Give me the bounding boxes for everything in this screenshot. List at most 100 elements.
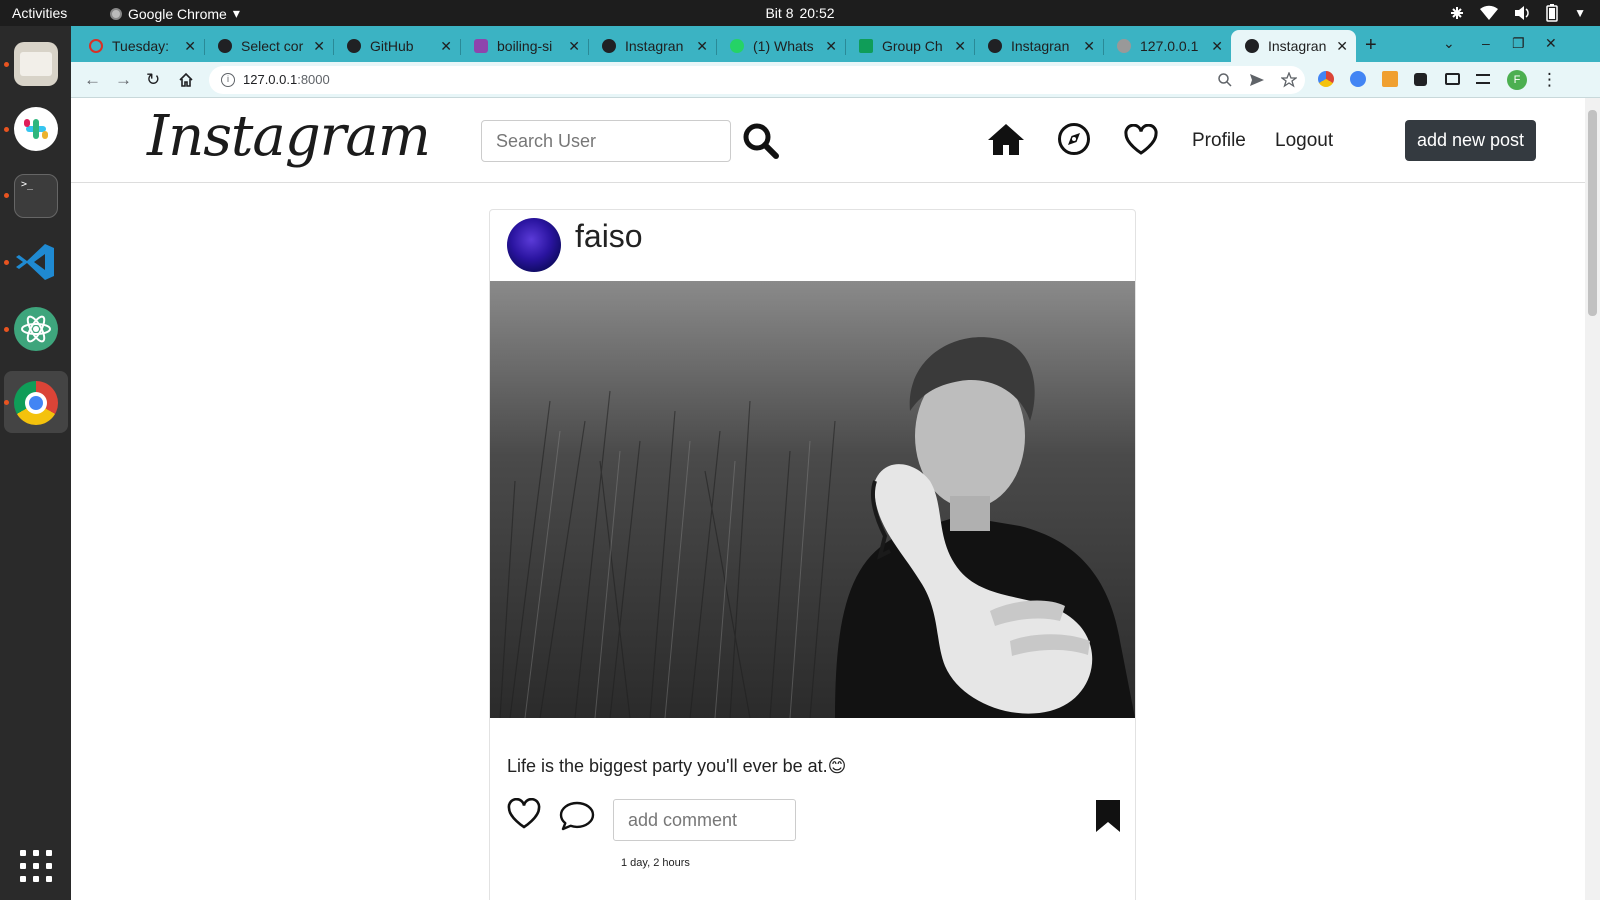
restore-icon[interactable]: ❐ — [1512, 35, 1525, 52]
add-new-post-button[interactable]: add new post — [1405, 120, 1536, 161]
reload-icon[interactable]: ↻ — [146, 70, 160, 90]
extension-icon[interactable] — [1350, 71, 1366, 87]
browser-tab-active[interactable]: Instagran ✕ — [1231, 30, 1356, 62]
battery-icon — [1546, 4, 1558, 22]
browser-tab[interactable]: 127.0.0.1 ✕ — [1103, 30, 1231, 62]
browser-tab[interactable]: Group Ch ✕ — [845, 30, 974, 62]
tab-strip: Tuesday: ✕ Select cor ✕ GitHub ✕ boiling… — [71, 26, 1600, 62]
heart-icon[interactable] — [506, 798, 542, 830]
site-logo[interactable]: Instagram — [147, 104, 431, 169]
app-menu[interactable]: Google Chrome ▾ — [110, 5, 240, 22]
post-card: faiso Life is the biggest party you'll e… — [489, 209, 1136, 900]
forward-icon[interactable]: → — [115, 70, 132, 90]
media-control-icon[interactable] — [1476, 74, 1490, 84]
post-timestamp: 1 day, 2 hours — [621, 857, 690, 869]
browser-tab[interactable]: Tuesday: ✕ — [75, 30, 204, 62]
browser-tab[interactable]: boiling-si ✕ — [460, 30, 588, 62]
close-tab-icon[interactable]: ✕ — [825, 38, 837, 55]
web-page: Instagram Profile Logout add new post fa… — [71, 98, 1600, 900]
zoom-icon[interactable] — [1217, 72, 1233, 88]
compass-icon[interactable] — [1057, 122, 1091, 156]
heart-icon[interactable] — [1123, 124, 1159, 156]
add-comment-input[interactable] — [613, 799, 796, 841]
extension-icon[interactable] — [1382, 71, 1398, 87]
files-app-icon[interactable] — [14, 42, 58, 86]
search-icon[interactable] — [742, 122, 780, 160]
comment-bubble-icon[interactable] — [559, 800, 595, 832]
color-extension-icon[interactable] — [1318, 71, 1334, 87]
tab-title: Tuesday: — [112, 38, 170, 54]
back-icon[interactable]: ← — [84, 70, 101, 90]
chevron-down-icon: ▾ — [232, 5, 240, 21]
tab-title: 127.0.0.1 — [1140, 38, 1199, 54]
avatar[interactable] — [507, 218, 561, 272]
show-applications-icon[interactable] — [20, 850, 52, 882]
running-indicator — [4, 260, 9, 265]
app-menu-label: Google Chrome — [128, 5, 227, 22]
globe-icon — [1245, 39, 1259, 53]
bookmark-star-icon[interactable] — [1281, 72, 1297, 88]
bookmark-icon[interactable] — [1094, 798, 1122, 834]
volume-icon — [1515, 6, 1529, 20]
slack-app-icon[interactable] — [14, 107, 58, 151]
cast-icon[interactable] — [1445, 73, 1460, 85]
post-image[interactable] — [490, 281, 1135, 718]
close-tab-icon[interactable]: ✕ — [1211, 38, 1223, 55]
chrome-menu-icon[interactable]: ⋮ — [1541, 70, 1558, 90]
new-tab-button[interactable]: + — [1365, 34, 1377, 57]
close-window-icon[interactable]: ✕ — [1545, 35, 1557, 52]
home-icon[interactable] — [987, 122, 1025, 156]
tab-favicon — [218, 39, 232, 53]
running-indicator — [4, 193, 9, 198]
logout-link[interactable]: Logout — [1275, 130, 1333, 152]
home-icon[interactable] — [178, 72, 194, 88]
activities-button[interactable]: Activities — [12, 5, 67, 21]
close-tab-icon[interactable]: ✕ — [184, 38, 196, 55]
address-bar[interactable]: i 127.0.0.1:8000 — [209, 66, 1305, 94]
chrome-app-icon[interactable] — [14, 381, 58, 425]
close-tab-icon[interactable]: ✕ — [440, 38, 452, 55]
post-username[interactable]: faiso — [575, 218, 643, 255]
running-indicator — [4, 127, 9, 132]
url-text: 127.0.0.1:8000 — [243, 72, 330, 87]
puzzle-icon[interactable] — [1414, 73, 1427, 86]
clock[interactable]: Bit 8 20:52 — [765, 5, 834, 21]
profile-avatar[interactable]: F — [1507, 70, 1527, 90]
profile-link[interactable]: Profile — [1192, 130, 1246, 152]
running-indicator — [4, 327, 9, 332]
vscode-app-icon[interactable] — [14, 240, 58, 284]
tab-favicon — [89, 39, 103, 53]
post-caption: Life is the biggest party you'll ever be… — [507, 756, 847, 776]
wifi-icon — [1480, 5, 1499, 21]
minimize-icon[interactable]: – — [1482, 35, 1490, 51]
close-tab-icon[interactable]: ✕ — [1336, 38, 1348, 55]
browser-tab[interactable]: GitHub ✕ — [333, 30, 460, 62]
browser-tab[interactable]: Select cor ✕ — [204, 30, 333, 62]
page-scrollbar[interactable] — [1585, 98, 1600, 900]
clock-day: Bit 8 — [765, 5, 794, 21]
system-tray[interactable]: ▼ — [1450, 4, 1586, 22]
scrollbar-thumb[interactable] — [1588, 110, 1597, 316]
clock-time: 20:52 — [799, 5, 835, 21]
send-icon[interactable] — [1249, 72, 1265, 88]
browser-tab[interactable]: Instagran ✕ — [974, 30, 1103, 62]
browser-toolbar: ← → ↻ i 127.0.0.1:8000 F ⋮ — [71, 62, 1600, 98]
browser-tab[interactable]: (1) Whats ✕ — [716, 30, 845, 62]
running-indicator — [4, 62, 9, 67]
close-tab-icon[interactable]: ✕ — [568, 38, 580, 55]
site-info-icon[interactable]: i — [221, 73, 235, 87]
atom-app-icon[interactable] — [14, 307, 58, 351]
close-tab-icon[interactable]: ✕ — [313, 38, 325, 55]
tab-title: Group Ch — [882, 38, 943, 54]
terminal-app-icon[interactable]: >_ — [14, 174, 58, 218]
close-tab-icon[interactable]: ✕ — [696, 38, 708, 55]
tab-title: Instagran — [1268, 38, 1327, 54]
network-icon — [1451, 7, 1464, 19]
search-user-input[interactable] — [481, 120, 731, 162]
tab-search-icon[interactable]: ⌄ — [1443, 35, 1455, 52]
github-icon — [347, 39, 361, 53]
close-tab-icon[interactable]: ✕ — [954, 38, 966, 55]
close-tab-icon[interactable]: ✕ — [1083, 38, 1095, 55]
browser-tab[interactable]: Instagran ✕ — [588, 30, 716, 62]
whatsapp-icon — [730, 39, 744, 53]
